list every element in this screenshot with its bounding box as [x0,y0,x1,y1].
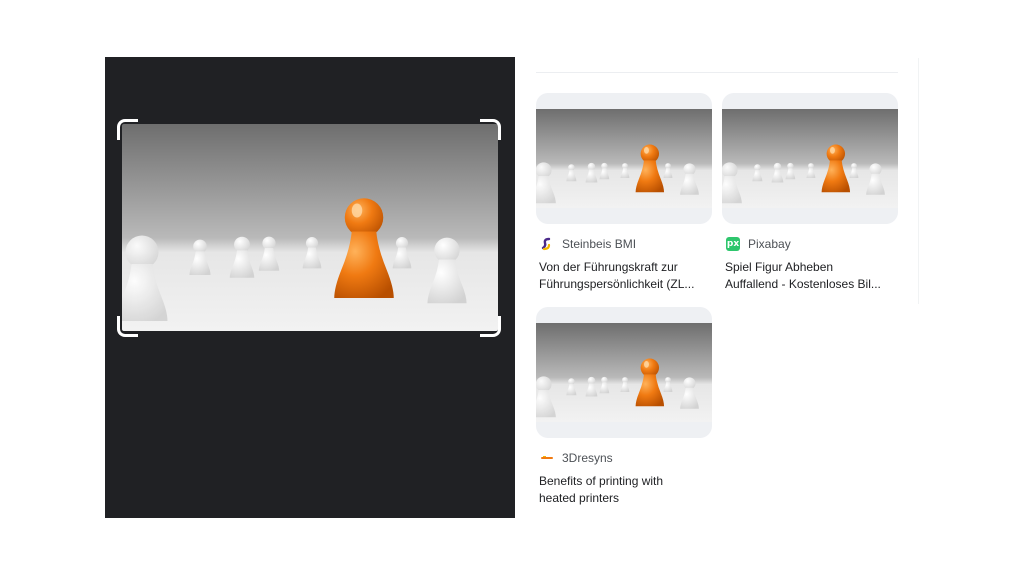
pixabay-logo-icon: px [726,237,740,251]
pawn-scene-thumbnail [536,323,712,422]
crop-handle-bottom-right[interactable] [480,316,501,337]
result-title[interactable]: Von der Führungskraft zur Führungspersön… [536,259,709,293]
result-title-line: Benefits of printing with [539,474,664,488]
crop-handle-bottom-left[interactable] [117,316,138,337]
result-thumbnail[interactable] [722,93,898,224]
result-title-line: Von der Führungskraft zur [539,260,678,274]
result-card[interactable]: px Pixabay Spiel Figur Abheben Auffallen… [722,93,898,293]
pawn-scene-image [122,124,498,331]
image-preview-panel [105,57,515,518]
results-divider [536,72,898,73]
result-title-line: Führungspersönlichkeit (ZL... [539,277,695,291]
preview-image[interactable] [122,124,498,331]
result-title[interactable]: Benefits of printing with heated printer… [536,473,709,507]
result-source-name: Pixabay [748,237,791,251]
result-card[interactable]: 3Dresyns Benefits of printing with heate… [536,307,712,507]
result-title-line: Auffallend - Kostenloses Bil... [725,277,881,291]
result-title-line: heated printers [539,491,620,505]
crop-handle-top-right[interactable] [480,119,501,140]
results-edge [918,58,919,304]
result-source[interactable]: 3Dresyns [536,450,712,466]
crop-handle-top-left[interactable] [117,119,138,140]
result-source[interactable]: Steinbeis BMI [536,236,712,252]
steinbeis-logo-icon [540,237,554,251]
result-card[interactable]: Steinbeis BMI Von der Führungskraft zur … [536,93,712,293]
result-thumbnail[interactable] [536,307,712,438]
3dresyns-logo-icon [540,451,554,465]
result-title-line: Spiel Figur Abheben [725,260,834,274]
result-title[interactable]: Spiel Figur Abheben Auffallend - Kostenl… [722,259,895,293]
result-source-name: Steinbeis BMI [562,237,637,251]
result-source[interactable]: px Pixabay [722,236,898,252]
pawn-scene-thumbnail [722,109,898,208]
result-thumbnail[interactable] [536,93,712,224]
result-source-name: 3Dresyns [562,451,613,465]
pawn-scene-thumbnail [536,109,712,208]
